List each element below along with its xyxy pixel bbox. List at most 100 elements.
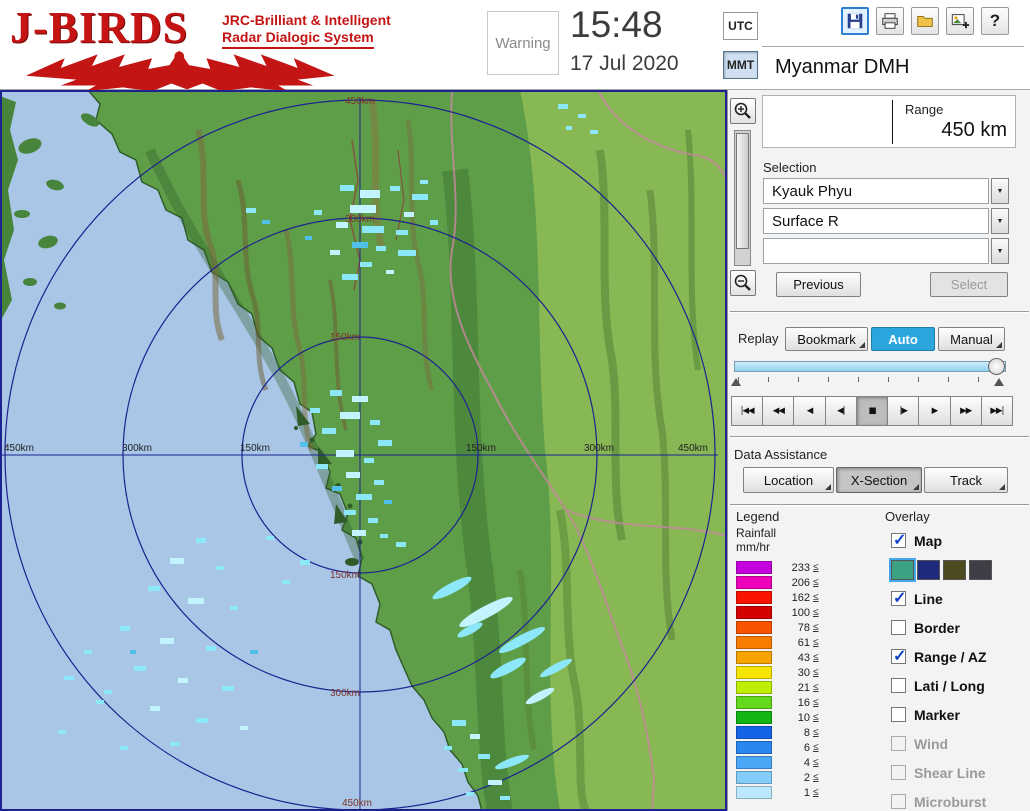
legend-value: 10 [776,712,810,724]
fast-forward-button[interactable]: ▶▶ [950,396,982,426]
zoom-slider-track[interactable] [734,130,751,266]
overlay-item-wind: Wind [891,729,1029,758]
extra-dropdown[interactable]: ▼ [763,238,1009,264]
replay-slider-track[interactable] [734,361,1006,372]
play-backward-button[interactable]: ◀ [793,396,825,426]
legend-row: 30≤ [736,665,878,680]
legend-row: 1≤ [736,785,878,800]
location-button[interactable]: Location [743,467,834,493]
overlay-item-label: Map [914,533,942,549]
toolbar: ? [841,7,1009,35]
overlay-item-range-az[interactable]: Range / AZ [891,642,1029,671]
checkbox[interactable] [891,707,906,722]
legend-color-swatch [736,696,772,709]
overlay-item-label: Border [914,620,960,636]
chevron-down-icon[interactable]: ▼ [991,178,1009,204]
checkbox[interactable] [891,533,906,548]
legend-row: 16≤ [736,695,878,710]
radar-map[interactable]: 450km 300km 150km 150km 300km 450km 450k… [0,90,727,811]
legend-row: 206≤ [736,575,878,590]
checkbox[interactable] [891,649,906,664]
overlay-options: Map Line Border Range / AZ [891,526,1029,811]
clock-date: 17 Jul 2020 [570,52,679,76]
jbirds-logo: J-BIRDS JRC-Brilliant & Intelligent Rada… [8,2,418,90]
step-forward-button[interactable]: |▶ [887,396,919,426]
less-equal-icon: ≤ [813,607,819,618]
site-dropdown-value[interactable]: Kyauk Phyu [763,178,989,204]
zoom-in-button[interactable] [730,98,756,124]
legend-value: 16 [776,697,810,709]
overlay-item-line[interactable]: Line [891,584,1029,613]
legend-unit-line2: mm/hr [736,540,878,554]
zoom-out-icon [733,273,753,293]
x-section-button[interactable]: X-Section [836,467,922,493]
product-dropdown-value[interactable]: Surface R [763,208,989,234]
chevron-down-icon[interactable]: ▼ [991,208,1009,234]
utc-toggle-button[interactable]: UTC [723,12,758,40]
less-equal-icon: ≤ [813,772,819,783]
map-style-option-4[interactable] [969,560,992,580]
skip-to-start-button[interactable]: |◀◀ [731,396,763,426]
replay-slider-thumb[interactable] [988,358,1005,375]
select-button[interactable]: Select [930,272,1008,297]
less-equal-icon: ≤ [813,757,819,768]
manual-button[interactable]: Manual [938,327,1005,351]
previous-button[interactable]: Previous [776,272,861,297]
legend-row: 233≤ [736,560,878,575]
checkbox[interactable] [891,678,906,693]
overlay-item-lati-long[interactable]: Lati / Long [891,671,1029,700]
less-equal-icon: ≤ [813,712,819,723]
bookmark-button[interactable]: Bookmark [785,327,868,351]
map-style-option-1[interactable] [891,560,914,580]
separator [730,436,1029,438]
track-button[interactable]: Track [924,467,1008,493]
step-back-button[interactable]: ◀| [825,396,857,426]
separator [730,504,1029,506]
legend-color-swatch [736,681,772,694]
overlay-item-label: Wind [914,736,948,752]
map-style-swatches [891,555,1029,584]
fast-rewind-button[interactable]: ◀◀ [762,396,794,426]
less-equal-icon: ≤ [813,697,819,708]
legend-value: 2 [776,772,810,784]
ring-label: 300km [330,688,360,699]
overlay-item-label: Line [914,591,943,607]
station-name: Myanmar DMH [775,56,909,79]
map-style-option-2[interactable] [917,560,940,580]
data-assistance-section-label: Data Assistance [734,447,827,462]
mmt-toggle-button[interactable]: MMT [723,51,758,79]
chevron-down-icon[interactable]: ▼ [991,238,1009,264]
product-dropdown[interactable]: Surface R ▼ [763,208,1009,234]
play-button[interactable]: ▶ [918,396,950,426]
overlay-item-border[interactable]: Border [891,613,1029,642]
top-header: J-BIRDS JRC-Brilliant & Intelligent Rada… [0,0,1030,90]
open-folder-button[interactable] [911,7,939,35]
auto-button[interactable]: Auto [871,327,935,351]
legend-row: 162≤ [736,590,878,605]
legend-color-swatch [736,741,772,754]
help-button[interactable]: ? [981,7,1009,35]
legend-value: 162 [776,592,810,604]
printer-icon [880,11,900,31]
map-style-option-3[interactable] [943,560,966,580]
zoom-slider-thumb[interactable] [736,133,749,249]
overlay-item-map[interactable]: Map [891,526,1029,555]
export-image-button[interactable] [946,7,974,35]
zoom-out-button[interactable] [730,270,756,296]
legend-value: 43 [776,652,810,664]
print-button[interactable] [876,7,904,35]
checkbox[interactable] [891,591,906,606]
legend-row: 61≤ [736,635,878,650]
legend-color-swatch [736,771,772,784]
skip-to-end-button[interactable]: ▶▶| [981,396,1013,426]
warning-indicator: Warning [487,11,559,75]
ring-label: 150km [466,443,496,454]
site-dropdown[interactable]: Kyauk Phyu ▼ [763,178,1009,204]
stop-button[interactable]: ■ [856,396,888,426]
checkbox[interactable] [891,620,906,635]
ring-label: 450km [342,798,372,809]
less-equal-icon: ≤ [813,652,819,663]
extra-dropdown-value[interactable] [763,238,989,264]
overlay-item-marker[interactable]: Marker [891,700,1029,729]
save-button[interactable] [841,7,869,35]
